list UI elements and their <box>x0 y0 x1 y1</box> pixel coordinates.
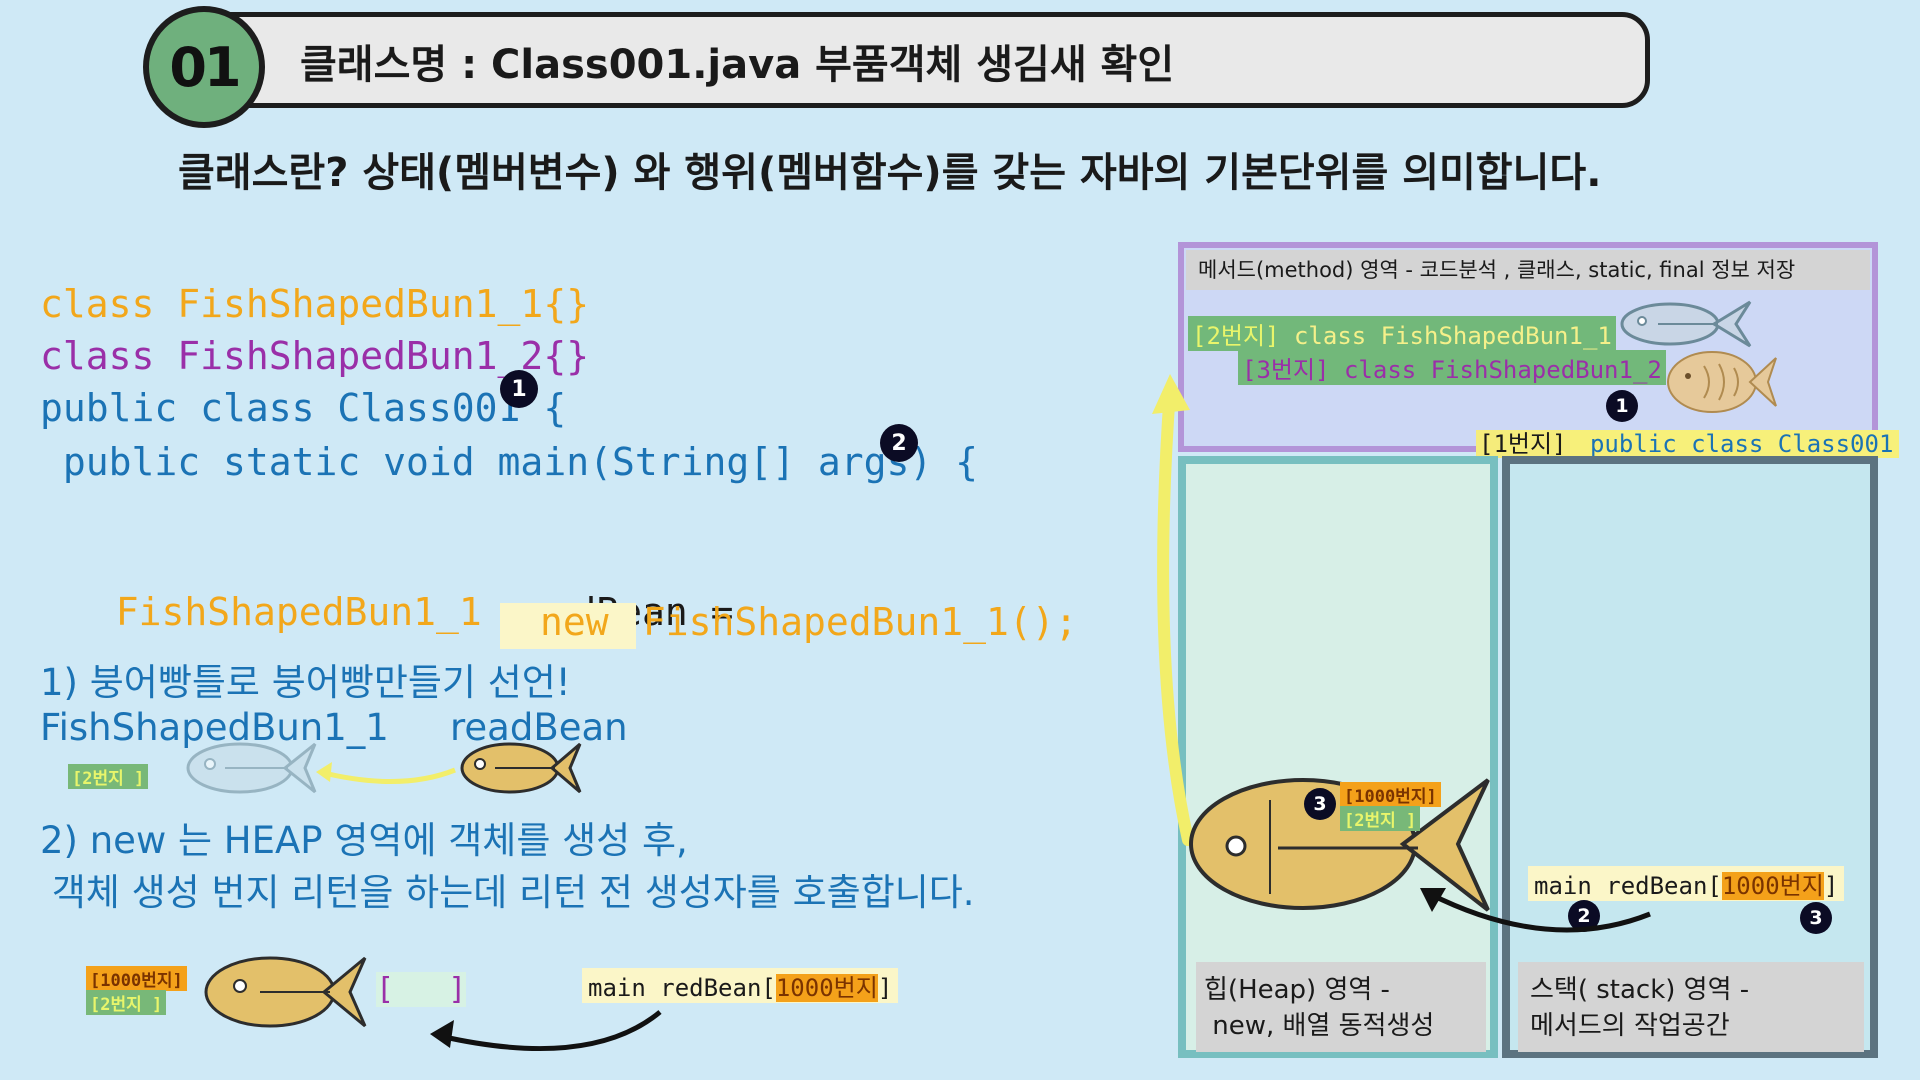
note-1: 1) 붕어빵틀로 붕어빵만들기 선언! <box>40 661 571 704</box>
step-3-marker: 3 <box>1800 902 1832 934</box>
class-name-main: public class Class001 <box>1569 430 1900 458</box>
heap-address-tag-1000: [1000번지] <box>1340 782 1441 807</box>
address-2: [2번지] <box>1192 322 1280 350</box>
return-arrow-icon <box>430 1010 662 1052</box>
fish-template-icon <box>1620 300 1752 348</box>
section-number-badge: 01 <box>143 6 265 128</box>
fish-icon <box>460 742 582 794</box>
address-value: 1000번지 <box>1721 872 1824 900</box>
step-3-marker: 3 <box>1304 788 1336 820</box>
step-2-marker: 2 <box>880 424 918 462</box>
class-name-2: class FishShapedBun1_2 <box>1329 356 1662 384</box>
heap-address-tag-2: [2번지 ] <box>1340 806 1421 831</box>
step-1-marker: 1 <box>1606 390 1638 422</box>
method-area-title: 메서드(method) 영역 - 코드분석 , 클래스, static, fin… <box>1198 258 1796 282</box>
reference-arrow-icon <box>1420 888 1651 933</box>
page-title: 클래스명 : Class001.java 부품객체 생김새 확인 <box>300 42 1175 88</box>
address-tag-1000: [1000번지] <box>86 966 187 991</box>
stack-area-label: 스택( stack) 영역 - 메서드의 작업공간 <box>1530 975 1750 1041</box>
fish-template-icon <box>186 742 317 794</box>
fish-icon <box>204 956 367 1028</box>
address-tag-2: [2번지 ] <box>68 764 149 789</box>
address-value: 1000번지 <box>775 974 878 1002</box>
note-2-line-2: 객체 생성 번지 리턴을 하는데 리턴 전 생성자를 호출합니다. <box>40 871 975 914</box>
code-line-4: public static void main(String[] args) { <box>40 440 978 484</box>
variable-name: main redBean[ <box>588 974 776 1002</box>
stack-variable-label: main redBean[1000번지] <box>582 968 899 1003</box>
step-1-marker: 1 <box>500 370 538 408</box>
code-line-6: FishShapedBun1_1(); <box>620 600 1078 644</box>
page-subtitle: 클래스란? 상태(멤버변수) 와 행위(멤버함수)를 갖는 자바의 기본단위를 … <box>178 150 1602 196</box>
address-3: [3번지] <box>1242 356 1330 384</box>
method-row-3: [3번지] class FishShapedBun1_2 <box>1238 350 1666 385</box>
code-line-1: class FishShapedBun1_1{} <box>40 282 590 326</box>
bracket-close: ] <box>1823 872 1839 900</box>
heap-area-label: 힙(Heap) 영역 - new, 배열 동적생성 <box>1204 975 1435 1041</box>
arrow-icon <box>319 767 456 784</box>
code-line-2: class FishShapedBun1_2{} <box>40 334 590 378</box>
method-row-1: [1번지] public class Class001 <box>1476 424 1900 459</box>
method-row-2: [2번지] class FishShapedBun1_1 <box>1188 316 1616 351</box>
bracket-close: ] <box>877 974 893 1002</box>
class-name-1: class FishShapedBun1_1 <box>1279 322 1612 350</box>
address-1: [1번지] <box>1476 430 1570 458</box>
taiyaki-icon <box>1667 351 1777 413</box>
code-type: FishShapedBun1_1 <box>115 590 482 634</box>
code-line-3: public class Class001 { <box>40 386 567 430</box>
note-2-line-1: 2) new 는 HEAP 영역에 객체를 생성 후, <box>40 819 688 862</box>
address-tag-2: [2번지 ] <box>86 990 167 1015</box>
code-new-keyword: new <box>540 600 609 644</box>
fish-pair-illustration <box>186 742 582 794</box>
